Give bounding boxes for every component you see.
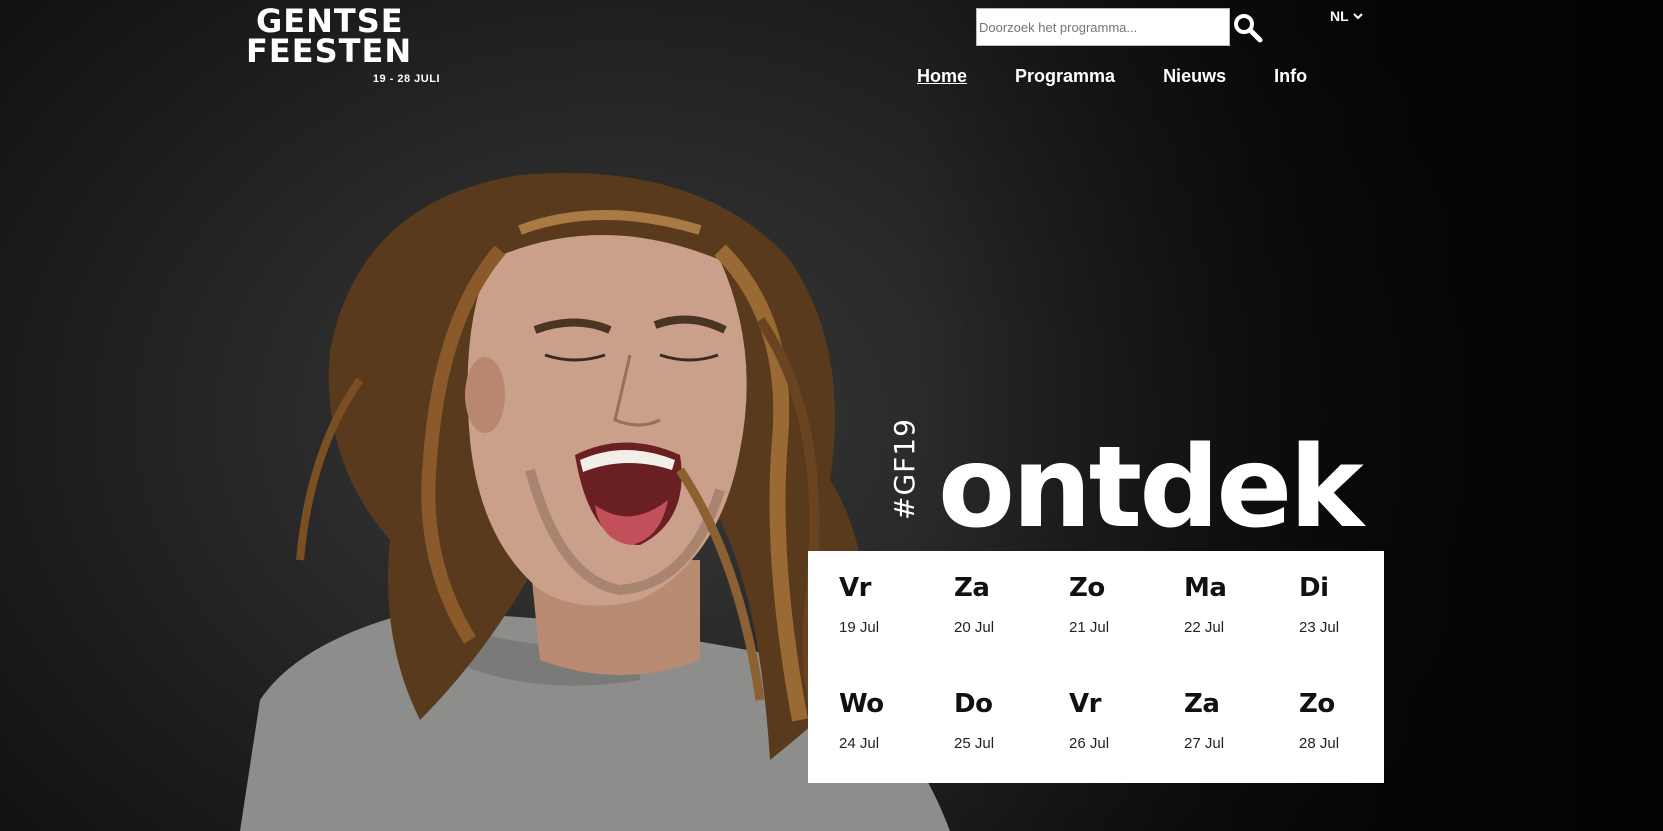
day-date: 28 Jul [1299,735,1340,752]
calendar-day[interactable]: Vr 19 Jul [839,573,954,689]
logo-line2: FEESTEN [246,32,413,70]
day-name: Di [1299,573,1329,603]
hero-headline: ontdek [938,423,1364,553]
day-name: Za [954,573,990,603]
calendar-day[interactable]: Do 25 Jul [954,689,1069,805]
day-name: Zo [1299,689,1335,719]
day-date: 25 Jul [954,735,995,752]
day-date: 19 Jul [839,619,880,636]
calendar-day[interactable]: Za 27 Jul [1184,689,1299,805]
language-label: NL [1330,8,1349,24]
gentse-feesten-logo[interactable]: GENTSE FEESTEN 19 - 28 JULI [246,5,446,90]
day-name: Zo [1069,573,1105,603]
day-name: Ma [1184,573,1227,603]
search-input[interactable] [976,8,1230,46]
calendar-day[interactable]: Wo 24 Jul [839,689,954,805]
day-date: 27 Jul [1184,735,1225,752]
nav-nieuws[interactable]: Nieuws [1163,66,1226,87]
festival-day-calendar: Vr 19 Jul Za 20 Jul Zo 21 Jul Ma 22 Jul … [808,551,1384,783]
day-name: Vr [1069,689,1101,719]
day-date: 24 Jul [839,735,880,752]
calendar-day[interactable]: Vr 26 Jul [1069,689,1184,805]
nav-home[interactable]: Home [917,66,967,87]
search-button[interactable] [1232,12,1264,44]
calendar-day[interactable]: Zo 28 Jul [1299,689,1414,805]
main-nav: Home Programma Nieuws Info [917,66,1355,87]
day-name: Za [1184,689,1220,719]
nav-programma[interactable]: Programma [1015,66,1115,87]
day-name: Wo [839,689,884,719]
day-date: 20 Jul [954,619,995,636]
day-date: 23 Jul [1299,619,1340,636]
nav-info[interactable]: Info [1274,66,1307,87]
language-selector[interactable]: NL [1330,8,1363,24]
day-date: 22 Jul [1184,619,1225,636]
calendar-day[interactable]: Ma 22 Jul [1184,573,1299,689]
hero-hashtag: #GF19 [888,418,921,520]
calendar-day[interactable]: Di 23 Jul [1299,573,1414,689]
day-name: Do [954,689,993,719]
day-name: Vr [839,573,871,603]
day-date: 26 Jul [1069,735,1110,752]
chevron-down-icon [1352,13,1363,20]
calendar-day[interactable]: Zo 21 Jul [1069,573,1184,689]
search-icon [1234,14,1263,43]
calendar-day[interactable]: Za 20 Jul [954,573,1069,689]
day-date: 21 Jul [1069,619,1110,636]
logo-dates: 19 - 28 JULI [372,73,440,85]
